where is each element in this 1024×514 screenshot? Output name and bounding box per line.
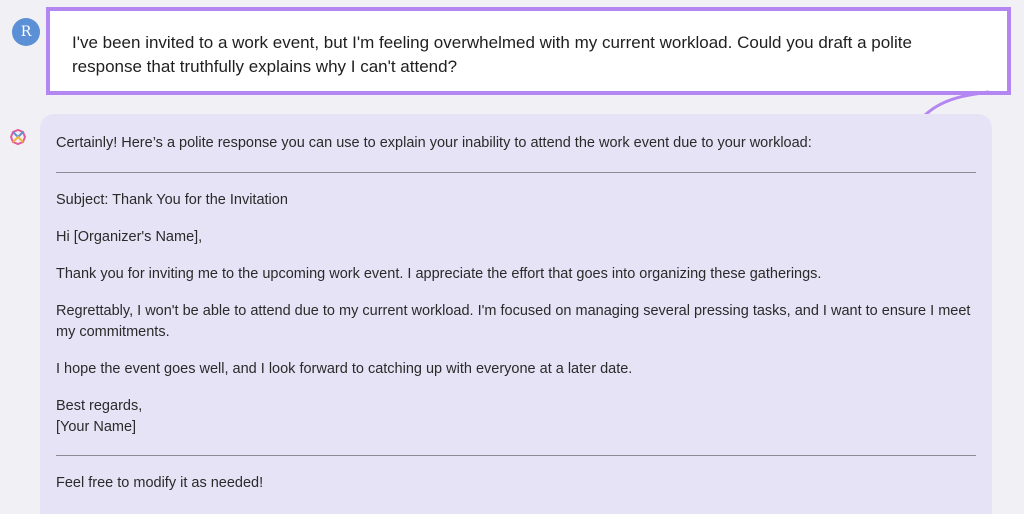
user-prompt-highlight: I've been invited to a work event, but I… xyxy=(46,7,1011,95)
gemini-sparkle-icon xyxy=(9,128,27,146)
user-avatar: R xyxy=(12,18,40,46)
response-closing: Feel free to modify it as needed! xyxy=(56,475,264,491)
divider-bottom xyxy=(56,455,976,456)
email-signature: [Your Name] xyxy=(56,419,137,435)
user-prompt-text: I've been invited to a work event, but I… xyxy=(72,33,912,76)
divider-top xyxy=(56,172,976,173)
email-greeting: Hi [Organizer's Name], xyxy=(56,229,203,245)
email-paragraph-1: Thank you for inviting me to the upcomin… xyxy=(56,266,822,282)
email-paragraph-2: Regrettably, I won't be able to attend d… xyxy=(56,303,971,340)
response-intro: Certainly! Here’s a polite response you … xyxy=(56,135,812,151)
email-subject: Subject: Thank You for the Invitation xyxy=(56,192,288,208)
email-signoff: Best regards, xyxy=(56,398,143,414)
email-paragraph-3: I hope the event goes well, and I look f… xyxy=(56,361,633,377)
assistant-response: Certainly! Here’s a polite response you … xyxy=(40,114,992,514)
